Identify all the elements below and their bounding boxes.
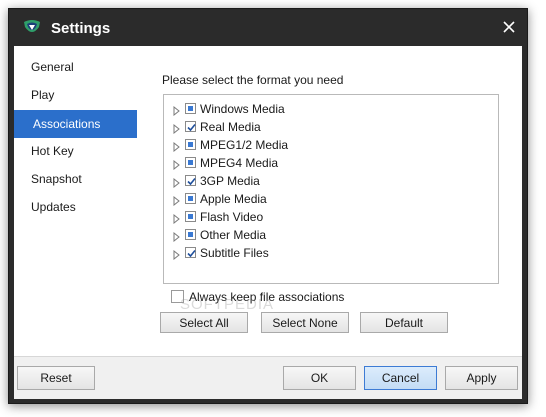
format-label: MPEG1/2 Media bbox=[200, 138, 289, 152]
default-button[interactable]: Default bbox=[360, 312, 448, 333]
format-row-3gp-media[interactable]: 3GP Media bbox=[164, 173, 494, 191]
sidebar-item-label: Hot Key bbox=[31, 144, 74, 158]
select-none-button[interactable]: Select None bbox=[261, 312, 349, 333]
format-checkbox[interactable] bbox=[185, 139, 196, 150]
close-icon[interactable] bbox=[497, 15, 521, 39]
format-row-mpeg4-media[interactable]: MPEG4 Media bbox=[164, 155, 494, 173]
format-label: 3GP Media bbox=[200, 174, 260, 188]
dialog-footer: Reset OK Cancel Apply bbox=[14, 356, 522, 399]
format-label: Other Media bbox=[200, 228, 267, 242]
reset-button[interactable]: Reset bbox=[17, 366, 95, 390]
format-tree[interactable]: Windows Media Real Media MPEG1/2 Media M… bbox=[163, 94, 499, 284]
expand-arrow-icon[interactable] bbox=[173, 177, 181, 189]
format-checkbox[interactable] bbox=[185, 193, 196, 204]
sidebar-item-hot-key[interactable]: Hot Key bbox=[14, 137, 137, 165]
format-prompt: Please select the format you need bbox=[162, 73, 344, 87]
cancel-button[interactable]: Cancel bbox=[364, 366, 437, 390]
format-checkbox[interactable] bbox=[185, 247, 196, 258]
expand-arrow-icon[interactable] bbox=[173, 195, 181, 207]
format-row-real-media[interactable]: Real Media bbox=[164, 119, 494, 137]
window-title: Settings bbox=[51, 20, 111, 37]
format-checkbox[interactable] bbox=[185, 103, 196, 114]
format-label: Subtitle Files bbox=[200, 246, 269, 260]
expand-arrow-icon[interactable] bbox=[173, 105, 181, 117]
associations-panel: Please select the format you need Window… bbox=[137, 46, 522, 356]
always-keep-checkbox[interactable] bbox=[171, 290, 184, 303]
format-label: Apple Media bbox=[200, 192, 267, 206]
sidebar-item-label: Updates bbox=[31, 200, 76, 214]
format-row-subtitle-files[interactable]: Subtitle Files bbox=[164, 245, 494, 263]
sidebar-item-general[interactable]: General bbox=[14, 53, 137, 81]
expand-arrow-icon[interactable] bbox=[173, 231, 181, 243]
expand-arrow-icon[interactable] bbox=[173, 249, 181, 261]
format-label: Windows Media bbox=[200, 102, 285, 116]
always-keep-associations-option[interactable]: Always keep file associations bbox=[171, 289, 371, 305]
format-checkbox[interactable] bbox=[185, 121, 196, 132]
format-checkbox[interactable] bbox=[185, 229, 196, 240]
sidebar-item-label: Snapshot bbox=[31, 172, 82, 186]
settings-sidebar: General Play Associations Hot Key Snapsh… bbox=[14, 46, 138, 356]
format-label: Flash Video bbox=[200, 210, 264, 224]
expand-arrow-icon[interactable] bbox=[173, 159, 181, 171]
format-label: Real Media bbox=[200, 120, 261, 134]
always-keep-label: Always keep file associations bbox=[189, 290, 345, 304]
format-row-flash-video[interactable]: Flash Video bbox=[164, 209, 494, 227]
format-row-mpeg12-media[interactable]: MPEG1/2 Media bbox=[164, 137, 494, 155]
app-logo-icon bbox=[22, 19, 42, 37]
format-label: MPEG4 Media bbox=[200, 156, 279, 170]
sidebar-item-label: General bbox=[31, 60, 74, 74]
sidebar-item-label: Associations bbox=[33, 117, 101, 131]
expand-arrow-icon[interactable] bbox=[173, 213, 181, 225]
expand-arrow-icon[interactable] bbox=[173, 123, 181, 135]
format-checkbox[interactable] bbox=[185, 175, 196, 186]
title-bar: Settings bbox=[9, 9, 527, 46]
sidebar-item-updates[interactable]: Updates bbox=[14, 193, 137, 221]
select-all-button[interactable]: Select All bbox=[160, 312, 248, 333]
format-checkbox[interactable] bbox=[185, 157, 196, 168]
sidebar-item-snapshot[interactable]: Snapshot bbox=[14, 165, 137, 193]
sidebar-item-associations[interactable]: Associations bbox=[14, 110, 137, 138]
ok-button[interactable]: OK bbox=[283, 366, 356, 390]
expand-arrow-icon[interactable] bbox=[173, 141, 181, 153]
sidebar-item-label: Play bbox=[31, 88, 55, 102]
format-row-windows-media[interactable]: Windows Media bbox=[164, 101, 494, 119]
apply-button[interactable]: Apply bbox=[445, 366, 518, 390]
format-row-apple-media[interactable]: Apple Media bbox=[164, 191, 494, 209]
format-checkbox[interactable] bbox=[185, 211, 196, 222]
sidebar-item-play[interactable]: Play bbox=[14, 81, 137, 109]
format-row-other-media[interactable]: Other Media bbox=[164, 227, 494, 245]
settings-window: Settings General Play Associations Hot K… bbox=[8, 8, 528, 404]
